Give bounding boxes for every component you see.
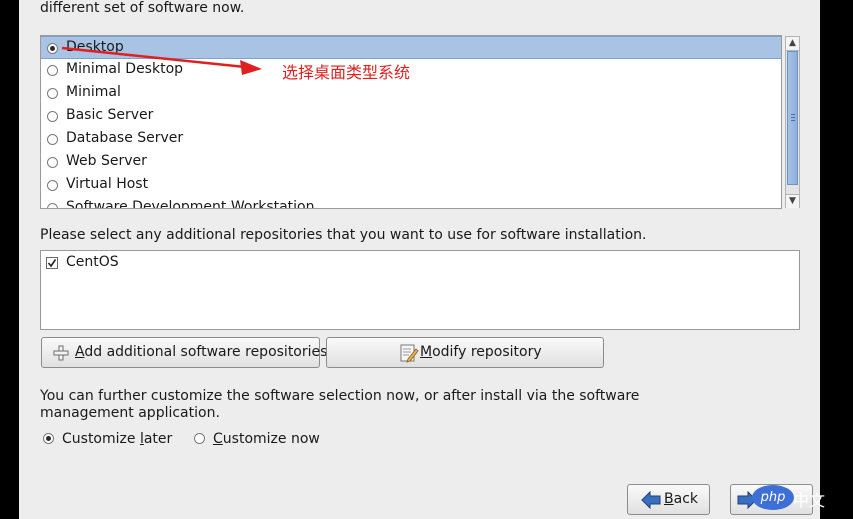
list-item-label: Virtual Host bbox=[66, 176, 149, 192]
list-item-database-server[interactable]: Database Server bbox=[41, 128, 781, 151]
list-item-label: Database Server bbox=[66, 130, 184, 146]
list-item-web-server[interactable]: Web Server bbox=[41, 151, 781, 174]
list-item-basic-server[interactable]: Basic Server bbox=[41, 105, 781, 128]
list-item-software-dev-workstation[interactable]: Software Development Workstation bbox=[41, 197, 781, 209]
back-button[interactable]: Back bbox=[627, 484, 710, 515]
annotation-text: 选择桌面类型系统 bbox=[282, 63, 411, 82]
radio-customize-now[interactable] bbox=[194, 433, 205, 444]
arrow-left-icon bbox=[641, 491, 661, 509]
list-item-label: Minimal bbox=[66, 84, 121, 100]
back-label: Back bbox=[664, 491, 698, 507]
repos-prompt: Please select any additional repositorie… bbox=[40, 227, 647, 243]
list-item-label: Software Development Workstation bbox=[66, 199, 315, 209]
edit-document-icon bbox=[400, 344, 419, 363]
scroll-up-arrow-icon[interactable]: ▲ bbox=[786, 37, 799, 51]
add-repositories-label: Add additional software repositories bbox=[75, 344, 328, 360]
list-item-label: Basic Server bbox=[66, 107, 154, 123]
customize-now-label: Customize now bbox=[213, 431, 320, 447]
modify-repository-button[interactable]: Modify repository bbox=[326, 337, 604, 368]
scroll-thumb[interactable] bbox=[787, 51, 798, 185]
annotation-arrow-icon bbox=[61, 46, 262, 75]
radio-minimal[interactable] bbox=[47, 88, 58, 99]
repo-item-centos[interactable]: CentOS bbox=[41, 251, 799, 274]
intro-text: different set of software now. bbox=[40, 0, 245, 16]
scroll-down-arrow-icon[interactable]: ▼ bbox=[786, 194, 799, 208]
radio-virtual-host[interactable] bbox=[47, 180, 58, 191]
radio-web-server[interactable] bbox=[47, 157, 58, 168]
customize-text-line2: management application. bbox=[40, 405, 220, 421]
repos-list[interactable]: CentOS bbox=[40, 250, 800, 330]
radio-database-server[interactable] bbox=[47, 134, 58, 145]
add-repositories-button[interactable]: Add additional software repositories bbox=[41, 337, 327, 368]
customize-text-line1: You can further customize the software s… bbox=[40, 388, 640, 404]
customize-later-label: Customize later bbox=[62, 431, 173, 447]
list-item-label: Web Server bbox=[66, 153, 147, 169]
list-item-virtual-host[interactable]: Virtual Host bbox=[41, 174, 781, 197]
radio-software-dev-workstation[interactable] bbox=[47, 203, 58, 208]
radio-basic-server[interactable] bbox=[47, 111, 58, 122]
checkmark-icon bbox=[47, 259, 57, 268]
radio-customize-later[interactable] bbox=[43, 433, 54, 444]
plus-icon bbox=[53, 345, 69, 361]
software-list-scrollbar[interactable]: ▲ ▼ bbox=[785, 36, 800, 208]
customize-later-option[interactable]: Customize later bbox=[42, 431, 182, 449]
list-item-minimal[interactable]: Minimal bbox=[41, 82, 781, 105]
customize-now-option[interactable]: Customize now bbox=[193, 431, 333, 449]
repo-checkbox-centos[interactable] bbox=[46, 257, 58, 269]
modify-repository-label: Modify repository bbox=[420, 344, 542, 360]
watermark-logo: php bbox=[752, 485, 794, 510]
watermark-text: 中文 bbox=[793, 491, 826, 510]
repo-label: CentOS bbox=[66, 254, 119, 270]
